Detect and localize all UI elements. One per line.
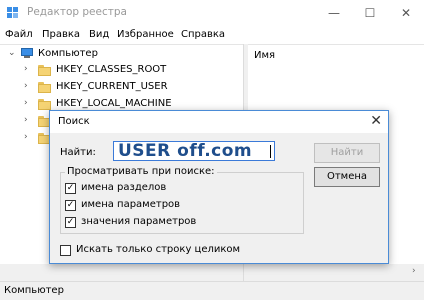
tree-label: HKEY_LOCAL_MACHINE <box>56 98 172 109</box>
folder-icon <box>38 82 51 93</box>
horizontal-scrollbar[interactable] <box>0 264 243 281</box>
tree-item-computer[interactable]: ⌄ Компьютер <box>6 46 226 63</box>
minimize-button[interactable]: — <box>316 0 352 26</box>
dialog-close-button[interactable]: ✕ <box>370 113 382 129</box>
data-checkbox[interactable]: ✓ <box>65 217 76 228</box>
registry-editor-window: Редактор реестра — ☐ ✕ Файл Правка Вид И… <box>0 0 424 300</box>
tree-item-hkcr[interactable]: › HKEY_CLASSES_ROOT <box>6 62 226 79</box>
tree-item-hkcu[interactable]: › HKEY_CURRENT_USER <box>6 79 226 96</box>
match-whole-checkbox[interactable] <box>60 245 71 256</box>
option-label: значения параметров <box>81 216 197 227</box>
tree-item-hku[interactable]: › <box>6 113 51 130</box>
dialog-title: Поиск <box>58 116 90 127</box>
title-bar: Редактор реестра — ☐ ✕ <box>0 0 424 26</box>
window-title: Редактор реестра <box>27 6 127 18</box>
chevron-right-icon[interactable]: › <box>24 115 28 125</box>
values-checkbox[interactable]: ✓ <box>65 200 76 211</box>
tree-item-hkcc[interactable]: › <box>6 130 51 147</box>
find-next-button[interactable]: Найти далее <box>314 143 380 176</box>
status-bar: Компьютер <box>0 281 424 300</box>
close-button[interactable]: ✕ <box>388 0 424 26</box>
find-label: Найти: <box>60 147 96 158</box>
status-path: Компьютер <box>4 285 64 296</box>
menu-favorites[interactable]: Избранное <box>117 29 174 40</box>
column-header-name[interactable]: Имя <box>254 50 275 61</box>
folder-icon <box>38 99 51 110</box>
computer-icon <box>20 48 34 59</box>
look-at-label: Просматривать при поиске: <box>65 166 217 177</box>
chevron-right-icon[interactable]: › <box>24 132 28 142</box>
tree-label: HKEY_CLASSES_ROOT <box>56 64 167 75</box>
chevron-down-icon[interactable]: ⌄ <box>8 48 16 58</box>
menu-view[interactable]: Вид <box>89 29 109 40</box>
text-caret <box>270 145 271 158</box>
look-at-group: Просматривать при поиске: ✓ имена раздел… <box>60 166 304 234</box>
chevron-right-icon[interactable]: › <box>24 81 28 91</box>
tree-label: Компьютер <box>38 48 98 59</box>
option-label: имена разделов <box>81 182 167 193</box>
find-input[interactable]: USER off.com <box>113 141 275 161</box>
menu-help[interactable]: Справка <box>181 29 225 40</box>
menu-bar: Файл Правка Вид Избранное Справка <box>0 26 424 44</box>
horizontal-scrollbar[interactable]: › <box>248 264 424 281</box>
scroll-right-icon[interactable]: › <box>412 266 416 276</box>
keys-checkbox[interactable]: ✓ <box>65 183 76 194</box>
chevron-right-icon[interactable]: › <box>24 98 28 108</box>
cancel-button[interactable]: Отмена <box>314 167 380 187</box>
option-label: имена параметров <box>81 199 181 210</box>
folder-icon <box>38 65 51 76</box>
registry-app-icon <box>7 7 18 18</box>
tree-label: HKEY_CURRENT_USER <box>56 81 168 92</box>
option-label: Искать только строку целиком <box>76 244 241 255</box>
maximize-button[interactable]: ☐ <box>352 0 388 26</box>
menu-file[interactable]: Файл <box>5 29 33 40</box>
menu-edit[interactable]: Правка <box>42 29 80 40</box>
dialog-title-bar: Поиск ✕ <box>50 111 388 133</box>
watermark-logo: USER off.com <box>118 141 253 161</box>
find-dialog: Поиск ✕ Найти: USER off.com Найти далее … <box>49 110 389 264</box>
chevron-right-icon[interactable]: › <box>24 64 28 74</box>
